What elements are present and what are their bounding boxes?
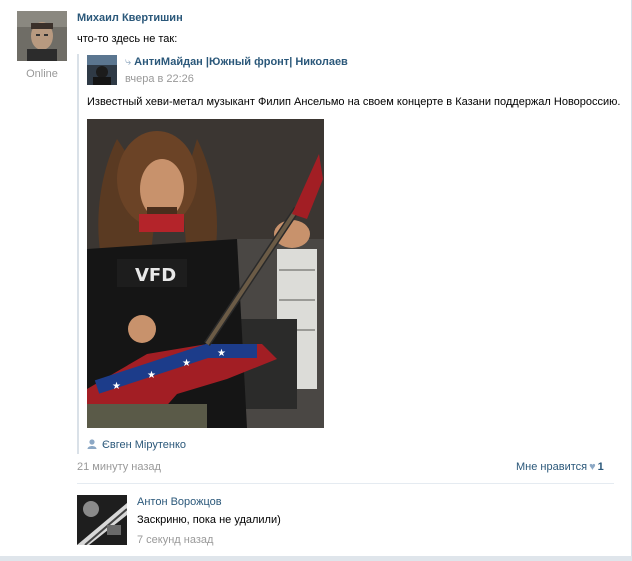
comment-text: Заскриню, пока не удалили) bbox=[137, 514, 281, 526]
repost-source-name[interactable]: ⤷ АнтиМайдан |Южный фронт| Николаев bbox=[125, 56, 348, 69]
like-label: Мне нравится bbox=[516, 461, 588, 473]
repost-border bbox=[77, 54, 79, 454]
svg-text:★: ★ bbox=[112, 381, 121, 392]
comment-timestamp[interactable]: 7 секунд назад bbox=[137, 534, 213, 546]
repost-source-label: АнтиМайдан |Южный фронт| Николаев bbox=[134, 56, 348, 68]
like-button[interactable]: Мне нравится ♥ 1 bbox=[516, 461, 604, 473]
repost-time[interactable]: вчера в 22:26 bbox=[125, 73, 194, 85]
repost-signer[interactable]: Євген Мірутенко bbox=[87, 439, 186, 451]
comment-author-name[interactable]: Антон Ворожцов bbox=[137, 496, 222, 508]
signer-name: Євген Мірутенко bbox=[102, 439, 187, 451]
like-count: 1 bbox=[597, 461, 604, 473]
online-status: Online bbox=[26, 68, 58, 80]
post-timestamp[interactable]: 21 минуту назад bbox=[77, 461, 161, 473]
author-avatar[interactable] bbox=[17, 11, 67, 61]
comment-author-avatar[interactable] bbox=[77, 495, 127, 545]
repost-arrow-icon: ⤷ bbox=[125, 56, 132, 68]
svg-text:★: ★ bbox=[147, 370, 156, 381]
wall-post: Online Михаил Квертишин что-то здесь не … bbox=[0, 0, 632, 561]
post-photo[interactable]: VFD ★ ★ ★ ★ bbox=[87, 119, 324, 428]
repost-text: Известный хеви-метал музыкант Филип Ансе… bbox=[87, 96, 621, 108]
post-author-name[interactable]: Михаил Квертишин bbox=[77, 12, 183, 24]
svg-text:VFD: VFD bbox=[135, 265, 176, 286]
reply-area-edge bbox=[0, 556, 632, 561]
heart-icon: ♥ bbox=[589, 461, 596, 473]
comments-divider bbox=[77, 483, 614, 484]
svg-text:★: ★ bbox=[182, 358, 191, 369]
person-icon bbox=[87, 439, 97, 449]
post-text: что-то здесь не так: bbox=[77, 33, 178, 45]
source-avatar[interactable] bbox=[87, 55, 117, 85]
svg-text:★: ★ bbox=[217, 348, 226, 359]
